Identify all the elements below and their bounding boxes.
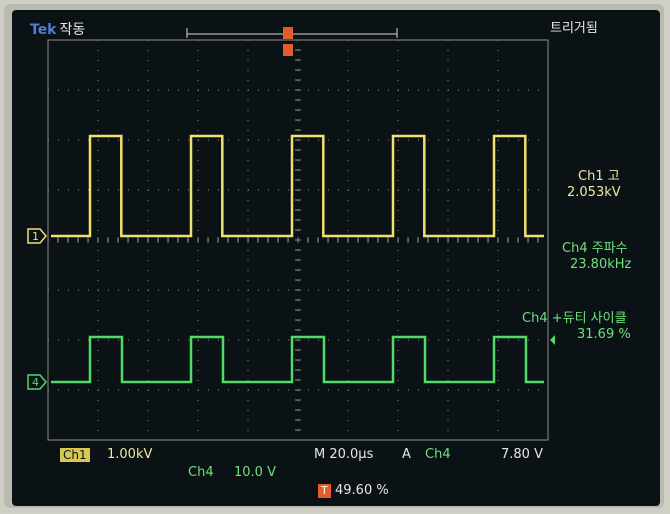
brand-logo: Tek xyxy=(30,22,57,38)
trigger-source: Ch4 xyxy=(425,447,451,462)
trigger-level-marker xyxy=(550,335,555,345)
ch1-scale-value: 1.00kV xyxy=(107,447,153,462)
trigger-mode: A xyxy=(402,447,411,462)
trigger-level: 7.80 V xyxy=(501,447,543,462)
trigger-status: 트리거됨 xyxy=(550,21,598,36)
oscilloscope-screen: 14 Tek 작동 트리거됨 Ch1 고 2.053kV Ch4 주파수 23.8… xyxy=(12,10,660,506)
brand-label: Tek 작동 xyxy=(30,23,85,37)
trigger-position-value: 49.60 % xyxy=(335,483,389,498)
ch1-scale-badge[interactable]: Ch1 xyxy=(60,448,90,462)
acquisition-mode: 작동 xyxy=(59,22,86,38)
waveform-display: 14 xyxy=(27,27,555,441)
ch4-scale-value: 10.0 V xyxy=(234,465,276,480)
measurement-2-value: 23.80kHz xyxy=(570,257,632,272)
trigger-time-icon xyxy=(283,44,293,56)
measurement-1-title: Ch1 고 xyxy=(578,169,620,184)
ch4-ground-marker-label: 4 xyxy=(32,376,39,389)
measurement-3-value: 31.69 % xyxy=(577,327,631,342)
ch1-ground-marker-label: 1 xyxy=(32,230,39,243)
trigger-position-icon: T xyxy=(318,484,331,498)
ch4-scale-label[interactable]: Ch4 xyxy=(188,466,214,479)
measurement-3-title: Ch4 +듀티 사이클 xyxy=(522,311,627,326)
trigger-position-icon xyxy=(283,27,293,39)
timebase-readout: M 20.0µs xyxy=(314,447,374,462)
measurement-1-value: 2.053kV xyxy=(567,185,621,200)
measurement-2-title: Ch4 주파수 xyxy=(562,241,628,256)
